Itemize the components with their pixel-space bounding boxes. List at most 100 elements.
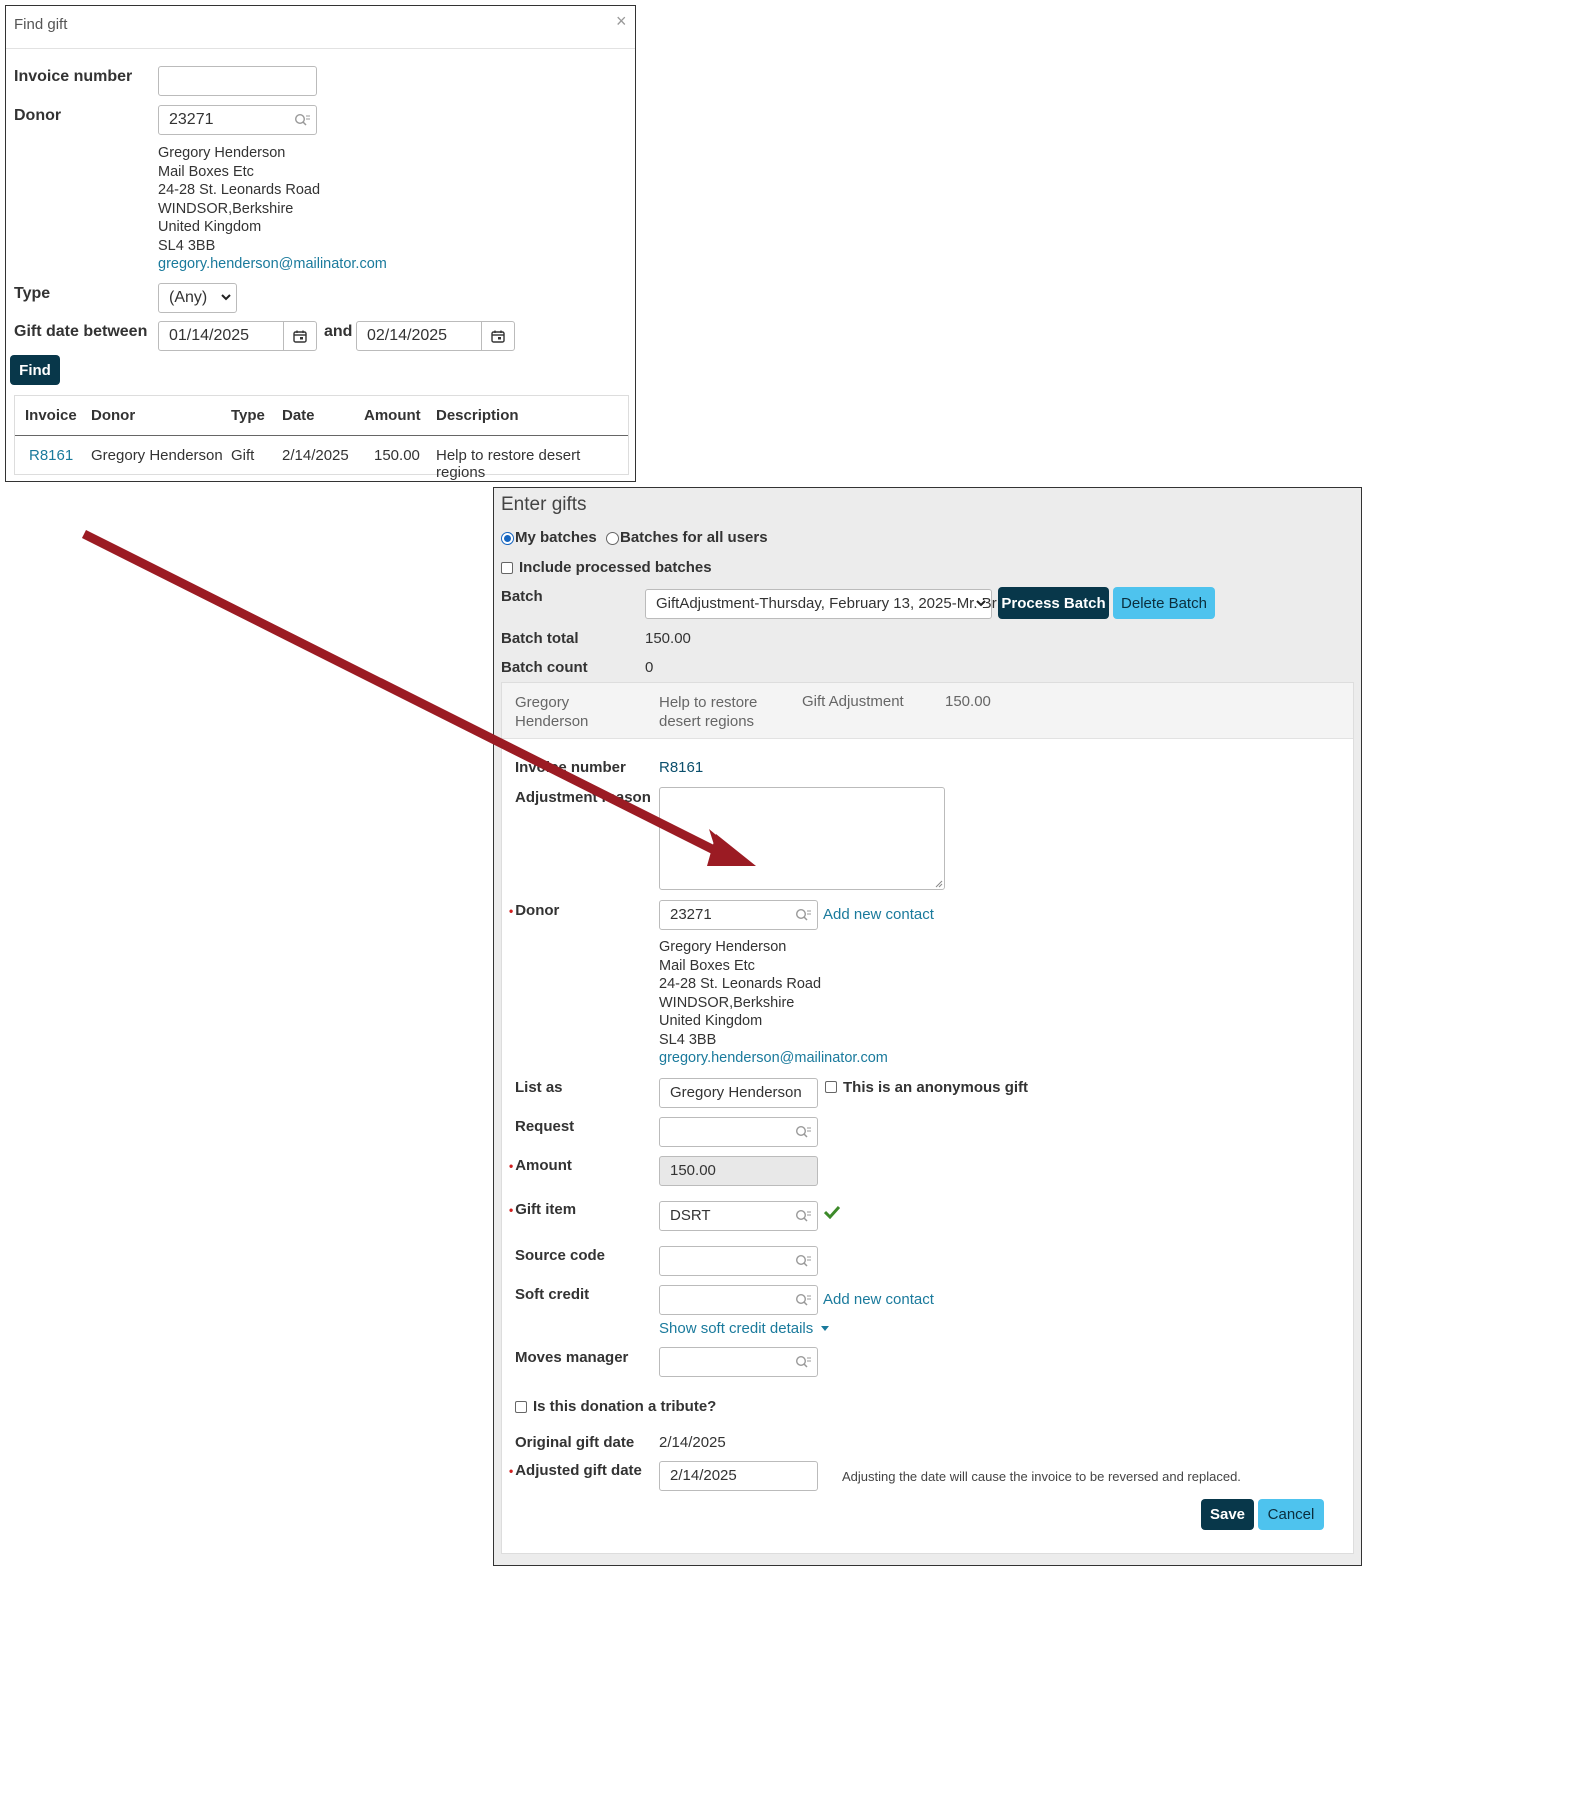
type-select[interactable]: (Any): [158, 283, 237, 313]
gift-item-value: DSRT: [670, 1207, 711, 1224]
original-gift-date-value: 2/14/2025: [659, 1434, 726, 1451]
summary-type: Gift Adjustment: [802, 693, 904, 710]
source-code-label: Source code: [515, 1247, 606, 1264]
resize-handle-icon[interactable]: [935, 880, 943, 888]
batch-select[interactable]: GiftAdjustment-Thursday, February 13, 20…: [645, 589, 997, 619]
adjusted-date-note: Adjusting the date will cause the invoic…: [842, 1469, 1241, 1484]
donor-input[interactable]: 23271: [659, 900, 818, 930]
invoice-number-value: R8161: [659, 759, 704, 776]
adjustment-reason-label: Adjustment reason: [515, 789, 651, 806]
find-button[interactable]: Find: [10, 355, 60, 385]
amount-label: • Amount: [509, 1157, 572, 1174]
moves-manager-label: Moves manager: [515, 1349, 629, 1366]
list-as-value: Gregory Henderson: [670, 1084, 802, 1101]
chevron-down-icon: [976, 600, 986, 607]
soft-credit-input[interactable]: [659, 1285, 818, 1315]
adjusted-gift-date-input[interactable]: 2/14/2025: [659, 1461, 818, 1491]
delete-batch-button[interactable]: Delete Batch: [1113, 587, 1215, 619]
search-icon[interactable]: [795, 1125, 811, 1139]
list-as-input[interactable]: Gregory Henderson: [659, 1078, 818, 1108]
show-soft-credit-toggle[interactable]: Show soft credit details: [659, 1320, 829, 1338]
donor-label: Donor: [14, 107, 62, 124]
col-header: Amount: [364, 407, 421, 424]
donor-input[interactable]: 23271: [158, 105, 317, 135]
all-batches-label[interactable]: Batches for all users: [620, 529, 768, 546]
summary-amount: 150.00: [945, 693, 991, 710]
batch-total-value: 150.00: [645, 630, 691, 647]
donor-value: 23271: [169, 111, 214, 128]
donor-value: 23271: [670, 906, 712, 923]
donor-address: Gregory Henderson Mail Boxes Etc 24-28 S…: [158, 144, 387, 274]
save-button[interactable]: Save: [1201, 1499, 1254, 1530]
gift-item-label-text: Gift item: [515, 1201, 577, 1218]
my-batches-radio[interactable]: [501, 532, 514, 545]
process-batch-button[interactable]: Process Batch: [998, 587, 1109, 619]
date-from-value: 01/14/2025: [169, 327, 250, 344]
col-header: Type: [231, 407, 265, 424]
date-to-input[interactable]: 02/14/2025: [356, 321, 515, 351]
request-input[interactable]: [659, 1117, 818, 1147]
donor-address: Gregory Henderson Mail Boxes Etc 24-28 S…: [659, 938, 888, 1068]
date-from-input[interactable]: 01/14/2025: [158, 321, 317, 351]
address-line: Mail Boxes Etc: [659, 957, 755, 974]
tribute-label: Is this donation a tribute?: [533, 1398, 717, 1415]
tribute-checkbox[interactable]: [515, 1401, 527, 1413]
chevron-down-icon: [221, 294, 231, 301]
anonymous-label: This is an anonymous gift: [843, 1079, 1029, 1096]
table-row[interactable]: R8161 Gregory Henderson Gift 2/14/2025 1…: [15, 436, 628, 481]
search-icon[interactable]: [795, 1293, 811, 1307]
and-label: and: [324, 323, 353, 340]
request-label: Request: [515, 1118, 575, 1135]
invoice-number-label: Invoice number: [515, 759, 626, 776]
address-line: WINDSOR,Berkshire: [158, 200, 294, 217]
include-processed-label: Include processed batches: [519, 559, 712, 576]
invoice-number-input[interactable]: [158, 66, 317, 96]
adjusted-gift-date-label-text: Adjusted gift date: [515, 1462, 642, 1479]
gift-item-label: • Gift item: [509, 1201, 576, 1218]
invoice-link[interactable]: R8161: [29, 447, 73, 464]
gift-summary-row[interactable]: Gregory Henderson Help to restore desert…: [502, 683, 1353, 739]
search-icon[interactable]: [294, 113, 310, 127]
search-icon[interactable]: [795, 908, 811, 922]
type-select-value: (Any): [169, 289, 208, 306]
address-line: United Kingdom: [158, 219, 262, 235]
all-batches-radio[interactable]: [606, 532, 619, 545]
gift-date-label: Gift date between: [14, 323, 148, 340]
search-icon[interactable]: [795, 1209, 811, 1223]
gift-item-input[interactable]: DSRT: [659, 1201, 818, 1231]
my-batches-label[interactable]: My batches: [515, 529, 597, 546]
date-to-value: 02/14/2025: [367, 327, 448, 344]
table-cell: 150.00: [374, 447, 420, 464]
amount-value: 150.00: [670, 1162, 716, 1179]
include-processed-checkbox[interactable]: [501, 562, 513, 574]
amount-input: 150.00: [659, 1156, 818, 1186]
donor-email-link[interactable]: gregory.henderson@mailinator.com: [659, 1049, 888, 1068]
search-icon[interactable]: [795, 1355, 811, 1369]
original-gift-date-label: Original gift date: [515, 1434, 635, 1451]
add-new-contact-link[interactable]: Add new contact: [823, 906, 934, 923]
donor-label-text: Donor: [515, 902, 560, 919]
adjustment-reason-textarea[interactable]: [659, 787, 945, 890]
source-code-input[interactable]: [659, 1246, 818, 1276]
moves-manager-input[interactable]: [659, 1347, 818, 1377]
required-marker: •: [509, 1203, 514, 1217]
close-icon[interactable]: ×: [616, 11, 627, 32]
type-label: Type: [14, 285, 51, 302]
calendar-icon[interactable]: [283, 322, 316, 350]
adjusted-gift-date-value: 2/14/2025: [670, 1467, 737, 1484]
anonymous-checkbox[interactable]: [825, 1081, 837, 1093]
cancel-button[interactable]: Cancel: [1258, 1499, 1324, 1530]
table-header-row: Invoice Donor Type Date Amount Descripti…: [15, 396, 628, 436]
divider: [6, 48, 635, 49]
add-new-contact-link[interactable]: Add new contact: [823, 1291, 934, 1308]
calendar-icon[interactable]: [481, 322, 514, 350]
donor-email-link[interactable]: gregory.henderson@mailinator.com: [158, 255, 387, 274]
address-line: Gregory Henderson: [659, 939, 787, 955]
list-as-label: List as: [515, 1079, 563, 1096]
address-line: Gregory Henderson: [158, 145, 286, 161]
show-soft-credit-link[interactable]: Show soft credit details: [659, 1320, 813, 1337]
caret-down-icon: [820, 1326, 829, 1332]
donor-label: • Donor: [509, 902, 559, 919]
search-icon[interactable]: [795, 1254, 811, 1268]
table-cell: 2/14/2025: [282, 447, 349, 464]
